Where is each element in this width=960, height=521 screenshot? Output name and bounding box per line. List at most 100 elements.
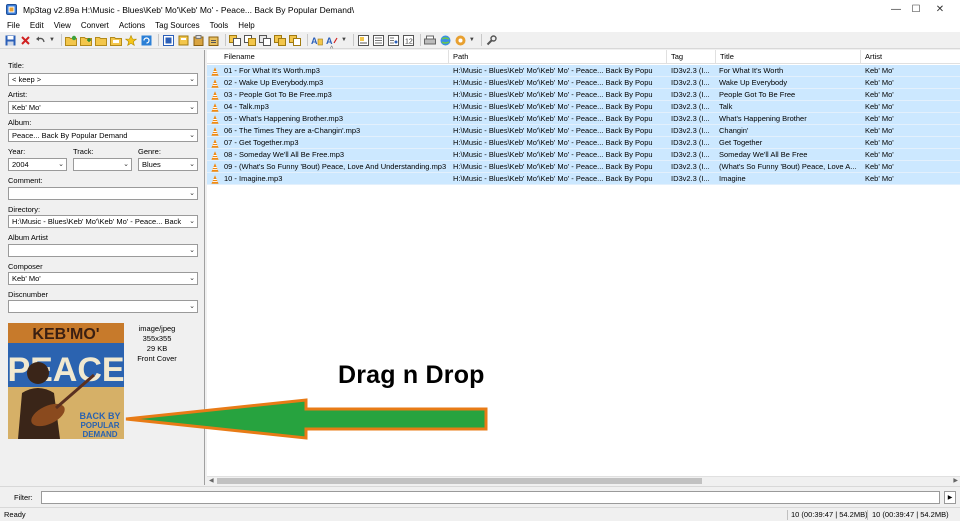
text-file-tag-icon[interactable] — [274, 34, 287, 47]
tag-tag-icon[interactable] — [289, 34, 302, 47]
artist-field[interactable]: Keb' Mo' ⌄ — [8, 101, 198, 114]
favorites-folder-icon[interactable] — [95, 34, 108, 47]
cell-artist: Keb' Mo' — [865, 174, 894, 183]
filter-input[interactable] — [41, 491, 940, 504]
actions-dropdown-icon[interactable]: ▼ — [341, 37, 347, 43]
remove-tag-icon[interactable] — [19, 34, 32, 47]
album-field[interactable]: Peace... Back By Popular Demand ⌄ — [8, 129, 198, 142]
table-row[interactable]: 09 - (What's So Funny 'Bout) Peace, Love… — [207, 161, 960, 173]
refresh-icon[interactable] — [140, 34, 153, 47]
chevron-down-icon[interactable]: ⌄ — [123, 159, 129, 170]
table-row[interactable]: 02 - Wake Up Everybody.mp3 H:\Music - Blu… — [207, 77, 960, 89]
directory-field[interactable]: H:\Music - Blues\Keb' Mo'\Keb' Mo' - Pea… — [8, 215, 198, 228]
web-sources-dropdown-icon[interactable]: ▼ — [469, 37, 475, 43]
genre-field[interactable]: Blues ⌄ — [138, 158, 198, 171]
column-path[interactable]: Path — [449, 50, 667, 64]
chevron-down-icon[interactable]: ⌄ — [189, 301, 195, 312]
table-row[interactable]: 07 - Get Together.mp3 H:\Music - Blues\Ke… — [207, 137, 960, 149]
tools-wrench-icon[interactable] — [485, 34, 498, 47]
auto-numbering-icon[interactable]: 12 — [402, 34, 415, 47]
column-title[interactable]: Title — [716, 50, 861, 64]
clipboard-icon[interactable] — [207, 34, 220, 47]
undo-dropdown-icon[interactable]: ▼ — [49, 37, 55, 43]
tag-filename-icon[interactable] — [229, 34, 242, 47]
cell-artist: Keb' Mo' — [865, 126, 894, 135]
filename-tag-icon[interactable] — [244, 34, 257, 47]
comment-field[interactable]: ⌄ — [8, 187, 198, 200]
chevron-down-icon[interactable]: ⌄ — [189, 188, 195, 199]
filename-filename-icon[interactable] — [259, 34, 272, 47]
menu-edit[interactable]: Edit — [25, 21, 49, 30]
album-artist-field[interactable]: ⌄ — [8, 244, 198, 257]
horizontal-scrollbar[interactable]: ◀ ▶ — [207, 476, 960, 485]
table-row[interactable]: 03 - People Got To Be Free.mp3 H:\Music -… — [207, 89, 960, 101]
column-tag[interactable]: Tag — [667, 50, 716, 64]
table-row[interactable]: 08 - Someday We'll All Be Free.mp3 H:\Mus… — [207, 149, 960, 161]
cell-title: Someday We'll All Be Free — [719, 150, 808, 159]
cell-path: H:\Music - Blues\Keb' Mo'\Keb' Mo' - Pea… — [453, 102, 653, 111]
undo-icon[interactable] — [34, 34, 47, 47]
cell-title: What's Happening Brother — [719, 114, 807, 123]
select-all-icon[interactable] — [162, 34, 175, 47]
table-row[interactable]: 01 - For What It's Worth.mp3 H:\Music - B… — [207, 65, 960, 77]
chevron-down-icon[interactable]: ⌄ — [189, 159, 195, 170]
playlist-icon[interactable] — [387, 34, 400, 47]
column-filename[interactable]: Filename — [220, 50, 449, 64]
options-icon[interactable] — [454, 34, 467, 47]
cell-artist: Keb' Mo' — [865, 138, 894, 147]
composer-field[interactable]: Keb' Mo' ⌄ — [8, 272, 198, 285]
paste-tag-icon[interactable] — [192, 34, 205, 47]
table-row[interactable]: 10 - Imagine.mp3 H:\Music - Blues\Keb' Mo… — [207, 173, 960, 185]
cover-info: image/jpeg 355x355 29 KB Front Cover — [125, 324, 189, 364]
chevron-down-icon[interactable]: ⌄ — [189, 245, 195, 256]
extended-tags-icon[interactable] — [357, 34, 370, 47]
favorite-star-icon[interactable] — [125, 34, 138, 47]
cell-artist: Keb' Mo' — [865, 66, 894, 75]
print-icon[interactable] — [424, 34, 437, 47]
chevron-down-icon[interactable]: ⌄ — [189, 273, 195, 284]
close-button[interactable]: ✕ — [920, 0, 960, 19]
chevron-down-icon[interactable]: ⌄ — [189, 74, 195, 85]
cell-path: H:\Music - Blues\Keb' Mo'\Keb' Mo' - Pea… — [453, 126, 653, 135]
chevron-down-icon[interactable]: ⌄ — [58, 159, 64, 170]
year-field[interactable]: 2004 ⌄ — [8, 158, 67, 171]
menu-actions[interactable]: Actions — [114, 21, 150, 30]
open-folder-icon[interactable] — [110, 34, 123, 47]
discnumber-label: Discnumber — [8, 290, 49, 299]
menu-convert[interactable]: Convert — [76, 21, 114, 30]
menu-file[interactable]: File — [2, 21, 25, 30]
actions-icon[interactable]: A — [311, 34, 324, 47]
save-icon[interactable] — [4, 34, 17, 47]
cover-dimensions: 355x355 — [142, 334, 172, 343]
chevron-down-icon[interactable]: ⌄ — [189, 102, 195, 113]
table-row[interactable]: 06 - The Times They are a-Changin'.mp3 H:… — [207, 125, 960, 137]
cell-filename: 06 - The Times They are a-Changin'.mp3 — [224, 126, 361, 135]
discnumber-field[interactable]: ⌄ — [8, 300, 198, 313]
web-sources-icon[interactable] — [439, 34, 452, 47]
title-field[interactable]: < keep > ⌄ — [8, 73, 198, 86]
artist-value: Keb' Mo' — [12, 103, 41, 112]
artist-label: Artist: — [8, 90, 28, 99]
change-directory-icon[interactable] — [65, 34, 78, 47]
scroll-left-icon[interactable]: ◀ — [209, 477, 214, 486]
scroll-right-icon[interactable]: ▶ — [953, 477, 958, 486]
filter-go-button[interactable]: ▶ — [944, 491, 956, 504]
menu-tag-sources[interactable]: Tag Sources — [150, 21, 204, 30]
album-cover-image[interactable]: KEB'MO' PEACE BACK BY POPULAR DEMAND — [8, 323, 124, 439]
column-artist[interactable]: Artist — [861, 50, 960, 64]
menu-help[interactable]: Help — [233, 21, 259, 30]
cell-filename: 08 - Someday We'll All Be Free.mp3 — [224, 150, 345, 159]
export-icon[interactable] — [372, 34, 385, 47]
add-directory-icon[interactable] — [80, 34, 93, 47]
menu-view[interactable]: View — [49, 21, 76, 30]
copy-tag-icon[interactable] — [177, 34, 190, 47]
scrollbar-thumb[interactable] — [217, 478, 702, 484]
cell-title: Talk — [719, 102, 733, 111]
quick-actions-icon[interactable]: A — [326, 34, 339, 47]
chevron-down-icon[interactable]: ⌄ — [189, 216, 195, 227]
track-field[interactable]: ⌄ — [73, 158, 132, 171]
table-row[interactable]: 05 - What's Happening Brother.mp3 H:\Musi… — [207, 113, 960, 125]
menu-tools[interactable]: Tools — [205, 21, 234, 30]
table-row[interactable]: 04 - Talk.mp3 H:\Music - Blues\Keb' Mo'\K… — [207, 101, 960, 113]
chevron-down-icon[interactable]: ⌄ — [189, 130, 195, 141]
